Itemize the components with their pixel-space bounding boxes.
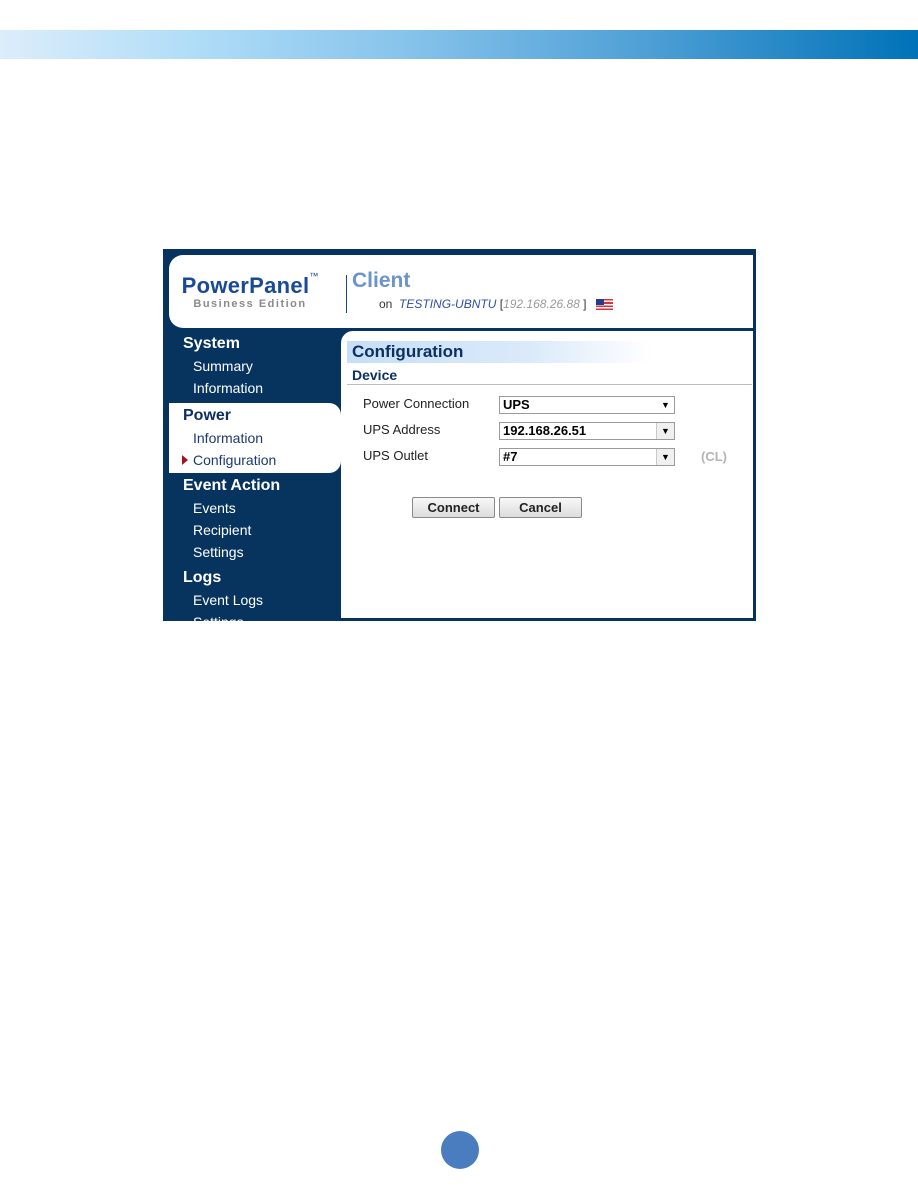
sidebar-section-event-action: Event Action Events Recipient Settings — [163, 473, 341, 565]
dropdown-arrow-icon: ▼ — [656, 423, 674, 439]
app-header: PowerPanel™ Business Edition Client on T… — [169, 255, 753, 328]
app-title: Client — [352, 269, 411, 292]
ups-outlet-label: UPS Outlet — [363, 448, 429, 463]
sidebar-item-summary[interactable]: Summary — [163, 355, 341, 377]
power-connection-label: Power Connection — [363, 396, 470, 411]
sidebar-item-label: Configuration — [193, 452, 277, 468]
host-ip: 192.168.26.88 — [503, 297, 580, 311]
sidebar-section-title[interactable]: System — [163, 333, 341, 355]
ups-address-label: UPS Address — [363, 422, 441, 437]
power-connection-select[interactable]: UPS ▼ — [499, 396, 675, 414]
logo-edition-text: Business Edition — [193, 298, 307, 310]
main-content: Configuration Device Power Connection UP… — [341, 331, 753, 618]
us-flag-icon[interactable] — [595, 299, 613, 311]
sidebar-item-event-logs[interactable]: Event Logs — [163, 589, 341, 611]
sidebar-item-recipient[interactable]: Recipient — [163, 519, 341, 541]
page-number-badge — [441, 1131, 479, 1169]
section-title-device: Device — [347, 367, 752, 385]
ups-address-select[interactable]: 192.168.26.51 ▼ — [499, 422, 675, 440]
cancel-button[interactable]: Cancel — [499, 497, 582, 518]
select-value: #7 — [503, 449, 518, 464]
sidebar-item-event-settings[interactable]: Settings — [163, 541, 341, 563]
sidebar-item-power-information[interactable]: Information — [169, 427, 341, 449]
sidebar-section-title[interactable]: Power — [169, 405, 341, 427]
trademark-symbol: ™ — [309, 271, 319, 281]
active-arrow-icon — [182, 455, 188, 465]
header-gradient-band — [0, 30, 918, 59]
ups-outlet-select[interactable]: #7 ▼ — [499, 448, 675, 466]
page-title: Configuration — [347, 341, 652, 363]
select-value: 192.168.26.51 — [503, 423, 587, 438]
dropdown-arrow-icon: ▼ — [661, 400, 670, 410]
sidebar-section-system: System Summary Information — [163, 331, 341, 401]
sidebar-item-configuration[interactable]: Configuration — [169, 449, 341, 471]
host-info: on TESTING-UBNTU [192.168.26.88 ] — [379, 297, 613, 311]
sidebar-section-title[interactable]: Event Action — [163, 475, 341, 497]
ip-bracket-close: ] — [583, 297, 587, 311]
sidebar-section-title[interactable]: Logs — [163, 567, 341, 589]
logo-main-text: PowerPanel — [181, 273, 310, 298]
host-name: TESTING-UBNTU — [399, 297, 497, 311]
sidebar-nav: System Summary Information Power Informa… — [163, 331, 341, 635]
sidebar-item-log-settings[interactable]: Settings — [163, 611, 341, 633]
host-prefix: on — [379, 297, 393, 311]
connect-button[interactable]: Connect — [412, 497, 495, 518]
select-value: UPS — [503, 397, 530, 412]
powerpanel-logo: PowerPanel™ Business Edition — [175, 271, 325, 310]
dropdown-arrow-icon: ▼ — [656, 449, 674, 465]
powerpanel-window: PowerPanel™ Business Edition Client on T… — [163, 249, 756, 630]
outlet-note: (CL) — [701, 449, 727, 464]
sidebar-item-system-information[interactable]: Information — [163, 377, 341, 399]
sidebar-section-logs: Logs Event Logs Settings — [163, 565, 341, 635]
sidebar-section-power: Power Information Configuration — [169, 403, 341, 473]
header-divider — [346, 275, 347, 313]
sidebar-item-events[interactable]: Events — [163, 497, 341, 519]
